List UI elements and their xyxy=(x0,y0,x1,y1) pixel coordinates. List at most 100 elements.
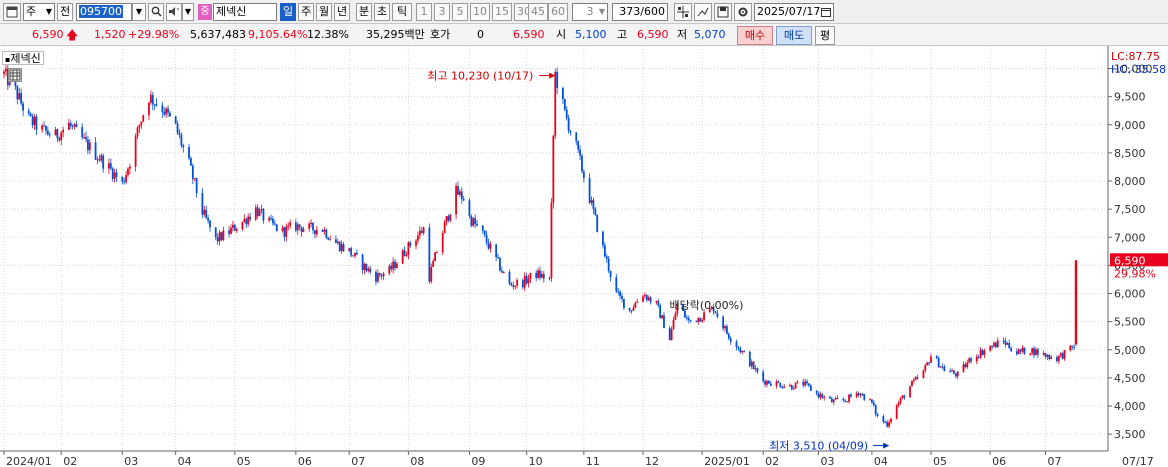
candle-body xyxy=(336,241,339,244)
interval-10-button[interactable]: 10 xyxy=(470,3,490,21)
interval-3-button[interactable]: 3 xyxy=(434,3,450,21)
current-price: 6,590 xyxy=(32,28,64,41)
candle-body xyxy=(436,252,438,254)
candle-body xyxy=(756,368,759,372)
x-tick-label: 02 xyxy=(63,455,77,467)
candle-body xyxy=(809,385,812,391)
table-toggle-button[interactable] xyxy=(8,68,22,82)
save-button[interactable] xyxy=(714,3,732,21)
candle-body xyxy=(689,320,692,322)
tab-minute[interactable]: 분 xyxy=(356,3,372,21)
candle-body xyxy=(474,218,477,224)
candle-body xyxy=(314,230,316,235)
candle-body xyxy=(525,275,528,284)
candle-body xyxy=(670,329,673,341)
y-tick-label: 9,500 xyxy=(1114,91,1146,104)
candle-body xyxy=(401,250,404,264)
candle-body xyxy=(596,214,599,232)
date-field[interactable]: 2025/07/17 xyxy=(754,3,834,21)
candle-body xyxy=(33,116,36,126)
candle-body xyxy=(1059,353,1062,356)
candle-body xyxy=(623,298,625,308)
candle-body xyxy=(594,208,597,215)
tab-tick[interactable]: 틱 xyxy=(392,3,412,21)
interval-5-button[interactable]: 5 xyxy=(452,3,468,21)
candle-body xyxy=(468,200,471,216)
candle-body xyxy=(672,319,675,330)
buy-button[interactable]: 매수 xyxy=(737,26,773,45)
x-tick-label: 07 xyxy=(1047,455,1061,467)
candle-body xyxy=(537,270,539,278)
count-select[interactable]: 3 ▼ xyxy=(572,3,608,21)
candle-body xyxy=(750,361,753,367)
candle-body xyxy=(619,291,622,297)
range-field[interactable]: 373/600 xyxy=(612,3,668,21)
candle-body xyxy=(989,346,992,351)
sell-button[interactable]: 매도 xyxy=(776,26,812,45)
candle-body xyxy=(300,227,303,232)
speaker-button[interactable] xyxy=(166,3,182,21)
search-button[interactable] xyxy=(148,3,164,21)
candle-body xyxy=(657,300,660,306)
candle-body xyxy=(430,266,433,282)
candle-body xyxy=(247,216,250,225)
candle-body xyxy=(716,313,719,317)
market-select[interactable]: 주 ▼ xyxy=(23,3,55,21)
interval-45-button[interactable]: 45 xyxy=(528,3,548,21)
code-input[interactable]: 095700 xyxy=(76,3,132,21)
code-dropdown-button[interactable]: ▼ xyxy=(132,3,146,21)
price-change-pct: +29.98% xyxy=(128,28,180,41)
candle-body xyxy=(127,168,129,176)
interval-60-button[interactable]: 60 xyxy=(548,3,568,21)
tab-month[interactable]: 월 xyxy=(316,3,332,21)
interval-1-button[interactable]: 1 xyxy=(416,3,432,21)
candle-body xyxy=(1071,345,1074,347)
crosshair-button[interactable] xyxy=(674,3,692,21)
candle-body xyxy=(602,231,604,246)
mode-button[interactable]: 전 xyxy=(57,3,73,21)
tab-second[interactable]: 초 xyxy=(374,3,390,21)
tab-week[interactable]: 주 xyxy=(298,3,314,21)
interval-15-button[interactable]: 15 xyxy=(492,3,512,21)
candle-body xyxy=(529,272,532,279)
candle-body xyxy=(96,159,99,161)
candle-body xyxy=(443,222,446,234)
candle-body xyxy=(886,422,889,427)
candle-body xyxy=(165,108,168,115)
candle-body xyxy=(830,398,833,403)
x-tick-label: 09 xyxy=(471,455,485,467)
candle-body xyxy=(1035,349,1037,356)
candle-body xyxy=(781,387,784,389)
y-tick-label: 7,000 xyxy=(1114,231,1146,244)
candle-body xyxy=(726,326,728,334)
candle-body xyxy=(895,405,898,419)
candle-body xyxy=(1017,349,1020,355)
tab-year[interactable]: 년 xyxy=(334,3,350,21)
speaker-dropdown-button[interactable]: ▼ xyxy=(182,3,194,21)
candle-body xyxy=(302,228,305,232)
candle-body xyxy=(647,297,650,300)
candle-body xyxy=(20,93,23,104)
candle-body xyxy=(569,130,572,133)
candle-body xyxy=(754,368,757,370)
draw-tool-button[interactable] xyxy=(694,3,712,21)
price-chart[interactable]: 3,5004,0004,5005,0005,5006,0006,5007,000… xyxy=(0,46,1168,467)
stock-name-field[interactable]: 제넥신 xyxy=(213,3,277,21)
candle-body xyxy=(388,266,391,274)
candle-body xyxy=(62,129,65,133)
candle-body xyxy=(174,116,177,124)
average-button[interactable]: 평 xyxy=(815,26,835,45)
settings-button[interactable] xyxy=(734,3,752,21)
toolbar: 주 ▼ 전 095700 ▼ ▼ 중 제넥신 일 주 월 년 분 초 틱 1 3 … xyxy=(0,0,1168,24)
candle-body xyxy=(951,370,953,372)
window-icon[interactable] xyxy=(3,3,21,21)
candle-body xyxy=(258,209,261,216)
candle-body xyxy=(521,280,524,288)
candle-body xyxy=(727,333,730,339)
x-tick-label: 02 xyxy=(765,455,779,467)
candle-body xyxy=(903,395,906,398)
candle-body xyxy=(415,240,417,246)
candle-body xyxy=(767,380,770,384)
tab-day[interactable]: 일 xyxy=(280,3,296,21)
y-tick-label: 5,000 xyxy=(1114,344,1146,357)
